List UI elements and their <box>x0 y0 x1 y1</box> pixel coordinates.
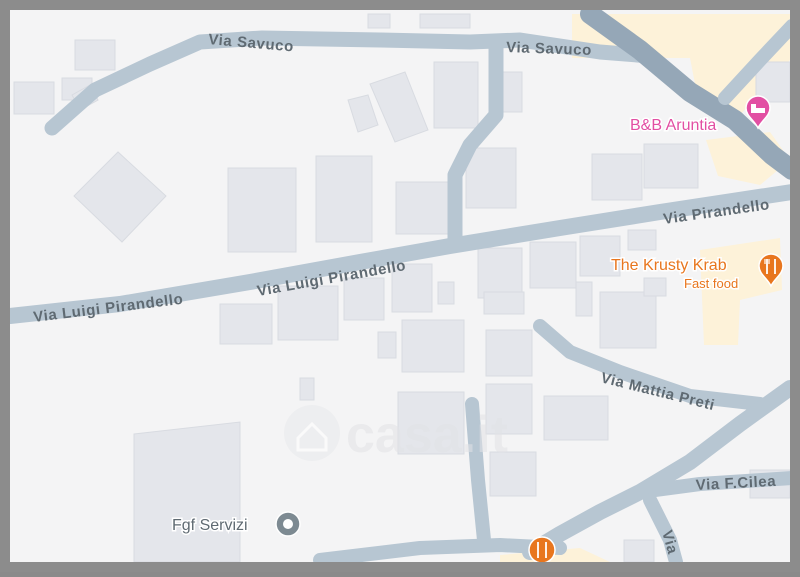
poi-restaurant-bottom[interactable] <box>528 536 556 564</box>
map-view[interactable]: Via Savuco Via Savuco Via Pirandello Via… <box>0 0 800 572</box>
poi-krusty-krab-label: The Krusty Krab <box>611 257 727 274</box>
map-canvas: Via Savuco Via Savuco Via Pirandello Via… <box>0 0 800 572</box>
label-via-savuco-east: Via Savuco <box>506 39 592 59</box>
place-pin-icon[interactable] <box>275 511 301 537</box>
poi-krusty-krab-subtitle: Fast food <box>684 276 738 291</box>
poi-bb-aruntia-label: B&B Aruntia <box>630 117 716 134</box>
fork-knife-icon[interactable] <box>528 536 556 564</box>
casa-it-watermark: casa.it <box>284 405 508 464</box>
poi-fgf-servizi-label: Fgf Servizi <box>172 517 248 534</box>
watermark-text: casa.it <box>346 406 508 464</box>
